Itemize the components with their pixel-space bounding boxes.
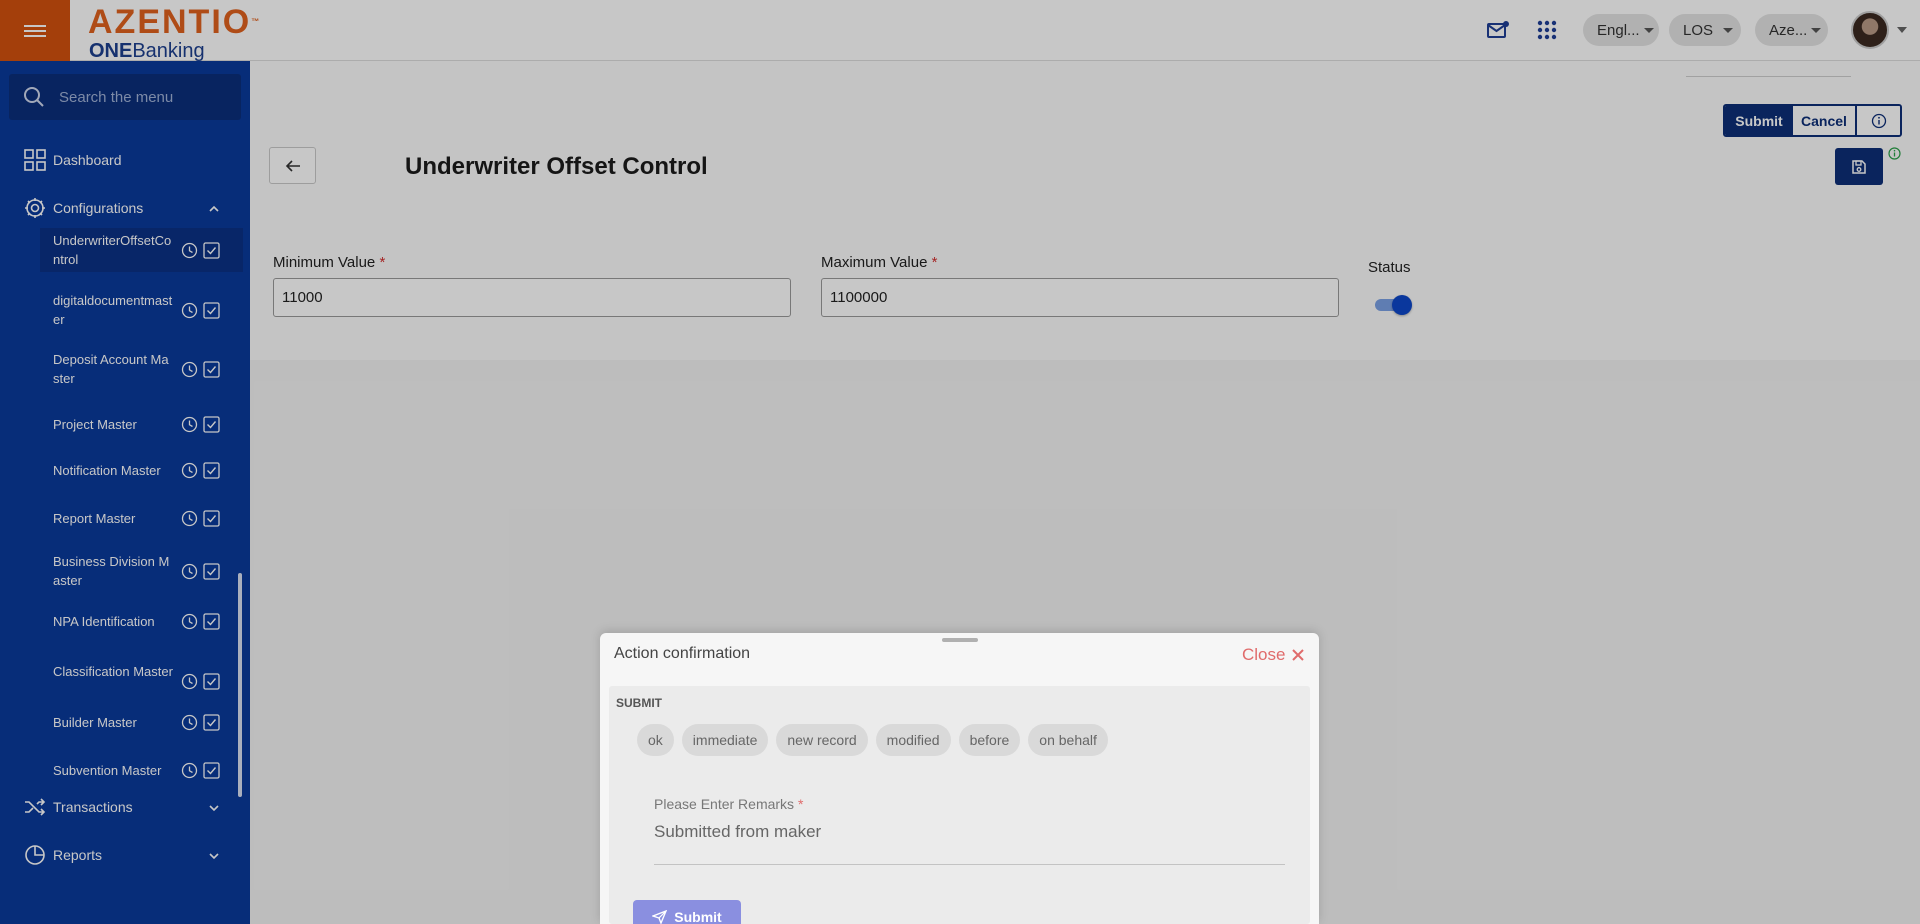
modal-submit-label: Submit: [674, 909, 722, 924]
modal-title: Action confirmation: [614, 645, 751, 662]
send-icon: [652, 910, 668, 924]
modal-body: SUBMIT ok immediate new record modified befo…: [609, 686, 1310, 924]
remark-chip[interactable]: before: [958, 724, 1021, 756]
action-confirmation-modal: Action confirmation Close SUBMIT ok immed…: [600, 633, 1319, 924]
required-mark: *: [797, 796, 804, 812]
remarks-input[interactable]: Submitted from maker: [654, 822, 1285, 865]
remarks-label: Please Enter Remarks *: [654, 796, 803, 812]
remarks-label-text: Please Enter Remarks: [654, 796, 795, 812]
modal-submit-button[interactable]: Submit: [633, 900, 741, 924]
quick-remark-chips: ok immediate new record modified before on be…: [637, 724, 1108, 756]
section-label: SUBMIT: [616, 696, 662, 710]
close-label: Close: [1242, 645, 1286, 664]
remark-chip[interactable]: modified: [875, 724, 951, 756]
remark-chip[interactable]: ok: [637, 724, 674, 756]
remark-chip[interactable]: immediate: [681, 724, 769, 756]
close-icon: [1292, 649, 1305, 661]
drag-handle[interactable]: [942, 638, 978, 642]
remark-chip[interactable]: new record: [776, 724, 868, 756]
remark-chip[interactable]: on behalf: [1028, 724, 1108, 756]
close-button[interactable]: Close: [1242, 645, 1306, 665]
